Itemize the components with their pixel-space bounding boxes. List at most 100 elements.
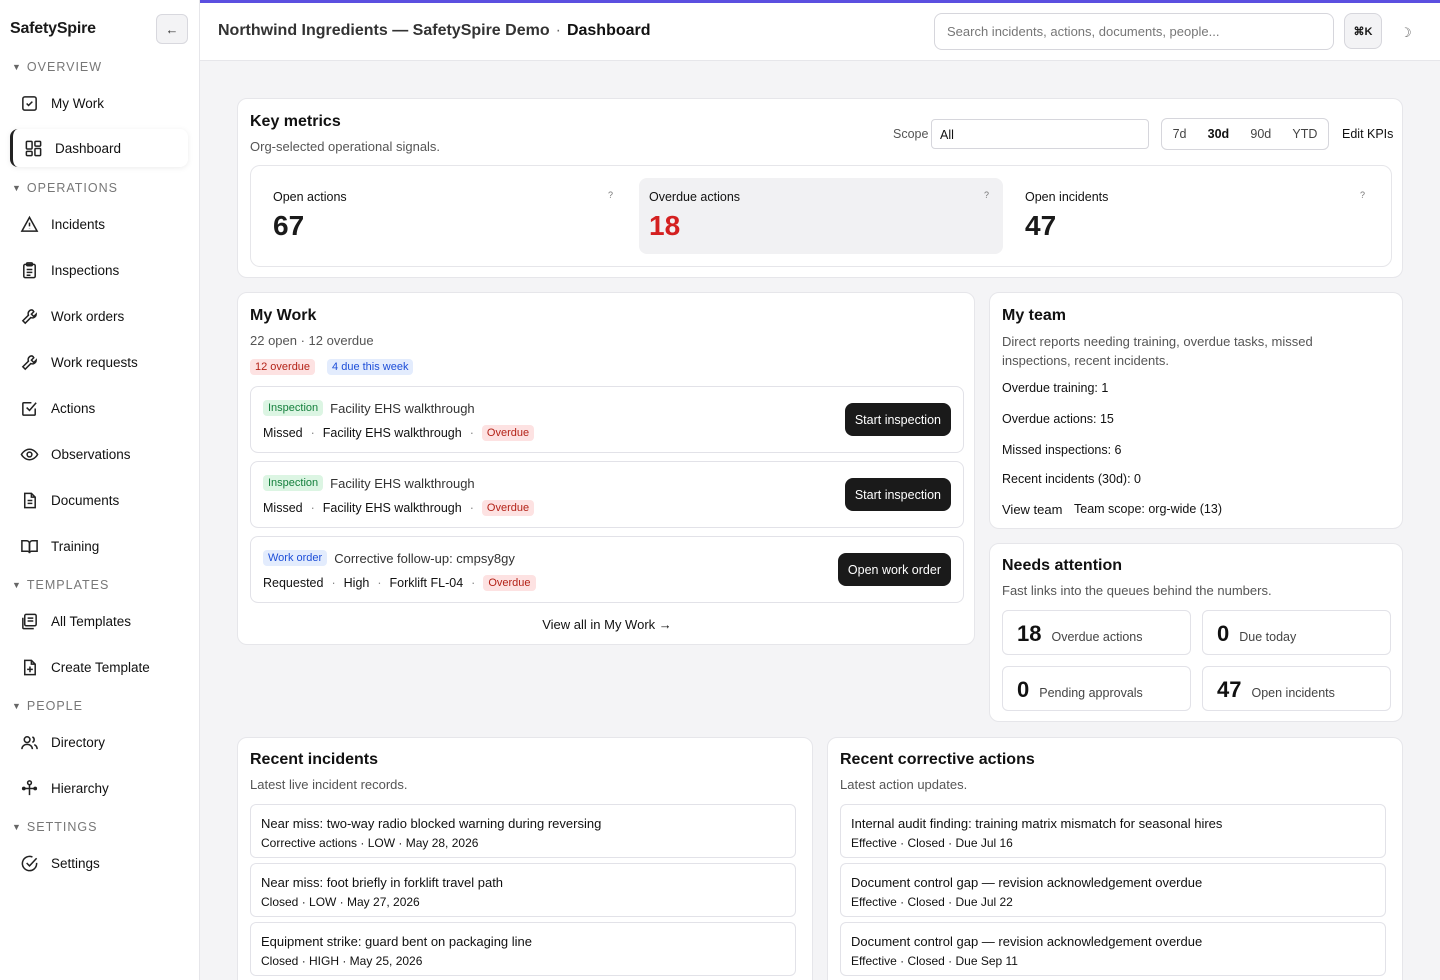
sidebar-item-work-requests[interactable]: Work requests — [10, 343, 188, 381]
command-palette-button[interactable]: ⌘K — [1344, 13, 1382, 49]
my-work-card: My Work 22 open · 12 overdue 12 overdue … — [237, 292, 975, 645]
range-30d[interactable]: 30d — [1208, 127, 1230, 141]
action-list-item[interactable]: Document control gap — revision acknowle… — [840, 922, 1386, 976]
range-7d[interactable]: 7d — [1173, 127, 1187, 141]
work-item[interactable]: Work order Corrective follow-up: cmpsy8gy… — [250, 536, 964, 603]
wrench-icon — [21, 354, 37, 370]
brand-logo[interactable]: SafetySpire — [10, 20, 96, 38]
sidebar-item-training[interactable]: Training — [10, 527, 188, 565]
document-icon — [23, 492, 36, 508]
due-today-link[interactable]: 0 Due today — [1202, 610, 1391, 655]
sidebar-item-inspections[interactable]: Inspections — [10, 251, 188, 289]
start-inspection-button[interactable]: Start inspection — [844, 403, 951, 436]
recent-incidents-subtitle: Latest live incident records. — [250, 777, 408, 792]
recent-incidents-card: Recent incidents Latest live incident re… — [237, 737, 813, 980]
section-overview[interactable]: ▼ OVERVIEW — [12, 60, 102, 74]
wrench-icon — [21, 308, 37, 324]
triangle-down-icon: ▼ — [12, 701, 22, 711]
help-icon[interactable]: ? — [1360, 190, 1365, 200]
theme-toggle-icon[interactable]: ☽ — [1400, 25, 1412, 41]
needs-attention-subtitle: Fast links into the queues behind the nu… — [1002, 583, 1272, 598]
grid-icon — [25, 140, 42, 156]
overdue-actions-link[interactable]: 18 Overdue actions — [1002, 610, 1191, 655]
section-people[interactable]: ▼ PEOPLE — [12, 699, 83, 713]
incident-list-item[interactable]: Near miss: foot briefly in forklift trav… — [250, 863, 796, 917]
sidebar-item-dashboard[interactable]: Dashboard — [10, 129, 188, 167]
status-badge: Overdue — [481, 425, 535, 441]
clipboard-icon — [23, 261, 36, 278]
metric-open-incidents[interactable]: Open incidents 47 ? — [1015, 178, 1379, 254]
range-ytd[interactable]: YTD — [1292, 127, 1317, 141]
start-inspection-button[interactable]: Start inspection — [844, 478, 951, 511]
metric-row: Open actions 67 ? Overdue actions 18 ? O… — [250, 165, 1392, 267]
view-all-my-work-link[interactable]: View all in My Work → — [238, 617, 976, 632]
metric-overdue-actions[interactable]: Overdue actions 18 ? — [639, 178, 1003, 254]
sidebar-item-create-template[interactable]: Create Template — [10, 648, 188, 686]
my-work-title: My Work — [250, 307, 317, 324]
metric-open-actions[interactable]: Open actions 67 ? — [263, 178, 627, 254]
open-work-order-button[interactable]: Open work order — [837, 553, 951, 586]
team-stat: Overdue actions: 15 — [1002, 412, 1114, 426]
global-search-input[interactable]: Search incidents, actions, documents, pe… — [934, 13, 1334, 50]
open-incidents-link[interactable]: 47 Open incidents — [1202, 666, 1391, 711]
my-team-title: My team — [1002, 307, 1067, 324]
sidebar-item-incidents[interactable]: Incidents — [10, 205, 188, 243]
key-metrics-title: Key metrics — [250, 113, 341, 130]
incident-list-item[interactable]: Equipment strike: guard bent on packagin… — [250, 922, 796, 976]
my-work-badges: 12 overdue 4 due this week — [250, 359, 414, 375]
top-bar: Northwind Ingredients — SafetySpire Demo… — [200, 0, 1440, 61]
scope-select[interactable]: All — [931, 119, 1149, 149]
warning-icon — [20, 215, 39, 232]
incident-list-item[interactable]: Near miss: two-way radio blocked warning… — [250, 804, 796, 858]
my-work-summary: 22 open · 12 overdue — [250, 333, 374, 348]
due-week-badge[interactable]: 4 due this week — [327, 359, 414, 375]
help-icon[interactable]: ? — [608, 190, 613, 200]
work-item[interactable]: Inspection Facility EHS walkthrough Misse… — [250, 386, 964, 453]
team-stat: Missed inspections: 6 — [1002, 443, 1122, 457]
help-icon[interactable]: ? — [984, 190, 989, 200]
edit-kpis-button[interactable]: Edit KPIs — [1342, 127, 1393, 141]
sidebar-item-actions[interactable]: Actions — [10, 389, 188, 427]
key-metrics-subtitle: Org-selected operational signals. — [250, 139, 441, 154]
triangle-down-icon: ▼ — [12, 62, 22, 72]
type-badge: Inspection — [263, 475, 324, 491]
sidebar-item-all-templates[interactable]: All Templates — [10, 602, 188, 640]
triangle-down-icon: ▼ — [12, 580, 22, 590]
file-plus-icon — [23, 659, 36, 675]
range-90d[interactable]: 90d — [1250, 127, 1271, 141]
breadcrumb: Northwind Ingredients — SafetySpire Demo… — [218, 22, 651, 39]
overdue-badge[interactable]: 12 overdue — [250, 359, 316, 375]
type-badge: Inspection — [263, 400, 324, 416]
range-selector: 7d 30d 90d YTD — [1161, 118, 1329, 150]
scope-label: Scope — [893, 127, 929, 141]
sidebar-item-my-work[interactable]: My Work — [10, 84, 188, 122]
sidebar-item-observations[interactable]: Observations — [10, 435, 188, 473]
sidebar-item-directory[interactable]: Directory — [10, 723, 188, 761]
team-stat: Overdue training: 1 — [1002, 381, 1109, 395]
sidebar-item-work-orders[interactable]: Work orders — [10, 297, 188, 335]
pending-approvals-link[interactable]: 0 Pending approvals — [1002, 666, 1191, 711]
action-list-item[interactable]: Document control gap — revision acknowle… — [840, 863, 1386, 917]
my-team-subtitle: Direct reports needing training, overdue… — [1002, 334, 1313, 368]
section-operations[interactable]: ▼ OPERATIONS — [12, 181, 118, 195]
sidebar-item-settings[interactable]: Settings — [10, 844, 188, 882]
action-list-item[interactable]: Internal audit finding: training matrix … — [840, 804, 1386, 858]
section-templates[interactable]: ▼ TEMPLATES — [12, 578, 109, 592]
triangle-down-icon: ▼ — [12, 822, 22, 832]
sidebar-item-hierarchy[interactable]: Hierarchy — [10, 769, 188, 807]
collapse-sidebar-button[interactable]: ← — [156, 14, 188, 44]
view-team-link[interactable]: View team — [1002, 502, 1062, 517]
team-scope: Team scope: org-wide (13) — [1074, 502, 1222, 516]
recent-actions-title: Recent corrective actions — [840, 751, 1035, 768]
hierarchy-icon — [21, 779, 38, 795]
breadcrumb-org[interactable]: Northwind Ingredients — SafetySpire Demo — [218, 22, 550, 39]
section-settings[interactable]: ▼ SETTINGS — [12, 820, 97, 834]
recent-actions-subtitle: Latest action updates. — [840, 777, 968, 792]
work-item[interactable]: Inspection Facility EHS walkthrough Misse… — [250, 461, 964, 528]
sidebar-item-documents[interactable]: Documents — [10, 481, 188, 519]
status-badge: Overdue — [481, 500, 535, 516]
recent-incidents-title: Recent incidents — [250, 751, 379, 768]
check-circle-icon — [21, 855, 38, 871]
checkbox-icon — [22, 95, 37, 111]
book-icon — [21, 539, 38, 553]
